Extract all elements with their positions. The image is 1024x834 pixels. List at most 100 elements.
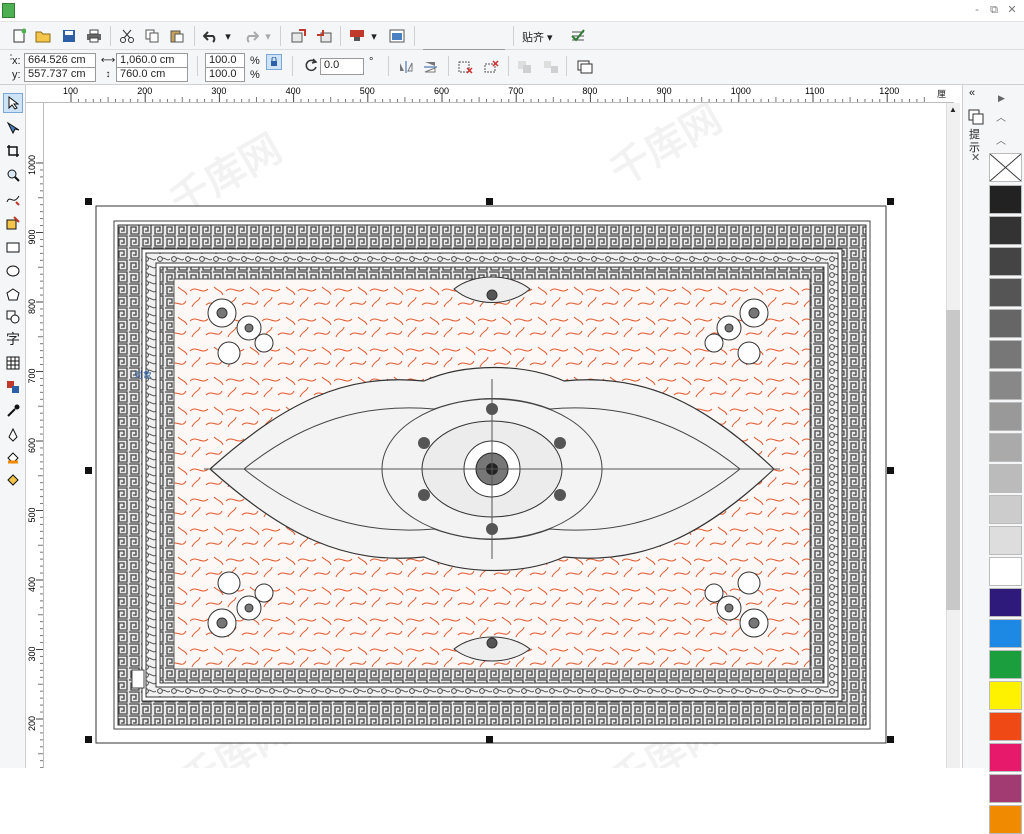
scroll-up-icon[interactable]: ▲ [949, 105, 957, 114]
horizontal-ruler-ticks: 100 200 300 400 500 600 700 800 900 1000 1100 1200 [63, 86, 925, 102]
color-swatch[interactable] [989, 309, 1022, 338]
color-swatch[interactable] [989, 495, 1022, 524]
smart-fill-tool-icon[interactable] [3, 213, 23, 233]
color-swatch[interactable] [989, 526, 1022, 555]
height-icon: ↕ [105, 68, 111, 80]
export-icon[interactable] [313, 25, 335, 47]
horizontal-ruler[interactable]: 100 200 300 400 500 600 700 800 900 1000 1100 1200 … [26, 85, 954, 103]
new-document-icon[interactable] [8, 25, 30, 47]
color-swatch[interactable] [989, 712, 1022, 741]
color-swatch[interactable] [989, 371, 1022, 400]
snap-to-button[interactable]: 贴齐 ▾ [522, 29, 553, 45]
align-distribute-icon[interactable] [574, 56, 596, 78]
close-button[interactable]: ✕ [1005, 3, 1019, 17]
color-swatch[interactable] [989, 433, 1022, 462]
color-swatch[interactable] [989, 588, 1022, 617]
interactive-fill-tool-icon[interactable] [3, 471, 23, 491]
shape-tool-icon[interactable] [3, 118, 23, 138]
drawing-canvas[interactable]: 千库网 千库网 千库网 千库网 [44, 103, 946, 768]
undo-dropdown-icon[interactable]: ▾ [222, 25, 234, 47]
y-position-field[interactable]: 557.737 cm [24, 67, 96, 82]
group-icon[interactable] [514, 56, 536, 78]
paste-icon[interactable] [166, 25, 188, 47]
selection-handle-bottom[interactable] [486, 736, 493, 743]
basic-shapes-tool-icon[interactable] [3, 307, 23, 327]
undo-icon[interactable] [200, 25, 222, 47]
scale-y-field[interactable]: 100.0 [205, 67, 245, 82]
mirror-horizontal-icon[interactable] [395, 56, 417, 78]
selection-handle-top-right[interactable] [887, 198, 894, 205]
color-swatch[interactable] [989, 774, 1022, 803]
minimize-button[interactable]: - [970, 3, 984, 17]
text-tool-icon[interactable]: 字 [3, 329, 23, 349]
outline-pen-tool-icon[interactable] [3, 425, 23, 445]
welcome-screen-icon[interactable] [386, 25, 408, 47]
redo-icon[interactable] [240, 25, 262, 47]
redo-dropdown-icon[interactable]: ▾ [262, 25, 274, 47]
color-swatch[interactable] [989, 681, 1022, 710]
selection-handle-top-left[interactable] [85, 198, 92, 205]
eyedropper-tool-icon[interactable] [3, 401, 23, 421]
vertical-ruler[interactable]: 1000 900 800 700 600 500 400 300 200 [26, 103, 44, 768]
width-field[interactable]: 1,060.0 cm [116, 53, 188, 68]
trim-icon[interactable] [454, 56, 476, 78]
selection-handle-left[interactable] [85, 467, 92, 474]
color-swatch[interactable] [989, 402, 1022, 431]
mirror-vertical-icon[interactable] [420, 56, 442, 78]
zoom-tool-icon[interactable] [3, 165, 23, 185]
ruler-tick-label: 1000 [27, 155, 37, 175]
weld-icon[interactable] [480, 56, 502, 78]
rectangle-tool-icon[interactable] [3, 237, 23, 257]
height-field[interactable]: 760.0 cm [116, 67, 188, 82]
color-swatch[interactable] [989, 340, 1022, 369]
selection-handle-bottom-right[interactable] [887, 736, 894, 743]
y-label: y: [12, 69, 21, 81]
color-swatch[interactable] [989, 650, 1022, 679]
x-position-field[interactable]: 664.526 cm [24, 53, 96, 68]
color-swatch[interactable] [989, 464, 1022, 493]
palette-menu-icon[interactable]: ▶ [998, 93, 1005, 104]
close-docker-icon[interactable]: ✕ [971, 151, 980, 164]
palette-scroll-up-icon[interactable]: ︿ [996, 132, 1006, 147]
blend-tool-icon[interactable] [3, 377, 23, 397]
collapse-docker-icon[interactable]: « [969, 87, 975, 99]
color-swatch[interactable] [989, 805, 1022, 834]
pick-tool-icon[interactable] [3, 93, 23, 113]
copy-icon[interactable] [141, 25, 163, 47]
docker-hints-icon[interactable] [968, 109, 984, 128]
color-swatch[interactable] [989, 278, 1022, 307]
selection-handle-top[interactable] [486, 198, 493, 205]
selection-handle-right[interactable] [887, 467, 894, 474]
carpet-artwork[interactable]: 对象 [44, 103, 946, 768]
polygon-tool-icon[interactable] [3, 285, 23, 305]
scale-x-field[interactable]: 100.0 [205, 53, 245, 68]
vertical-scrollbar-thumb[interactable] [946, 310, 960, 610]
no-color-swatch[interactable] [989, 153, 1022, 182]
palette-scroll-up-icon[interactable]: ︿ [996, 109, 1006, 124]
color-swatch[interactable] [989, 619, 1022, 648]
rotation-field[interactable]: 0.0 [320, 58, 364, 75]
small-object[interactable] [131, 669, 145, 689]
ruler-tick-label: 700 [508, 86, 523, 96]
import-icon[interactable] [288, 25, 310, 47]
color-swatch[interactable] [989, 247, 1022, 276]
fill-tool-icon[interactable] [3, 449, 23, 469]
open-folder-icon[interactable] [32, 25, 54, 47]
save-icon[interactable] [58, 25, 80, 47]
color-swatch[interactable] [989, 185, 1022, 214]
table-tool-icon[interactable] [3, 353, 23, 373]
color-swatch[interactable] [989, 216, 1022, 245]
freehand-tool-icon[interactable] [3, 189, 23, 209]
print-icon[interactable] [83, 25, 105, 47]
ellipse-tool-icon[interactable] [3, 261, 23, 281]
application-launcher-icon[interactable] [346, 25, 368, 47]
options-icon[interactable] [567, 25, 589, 47]
launcher-dropdown-icon[interactable]: ▾ [368, 25, 380, 47]
lock-ratio-icon[interactable] [266, 54, 282, 70]
crop-tool-icon[interactable] [3, 141, 23, 161]
selection-handle-bottom-left[interactable] [85, 736, 92, 743]
color-swatch[interactable] [989, 557, 1022, 586]
cut-icon[interactable] [116, 25, 138, 47]
ungroup-icon[interactable] [540, 56, 562, 78]
restore-button[interactable]: ⧉ [987, 3, 1001, 17]
